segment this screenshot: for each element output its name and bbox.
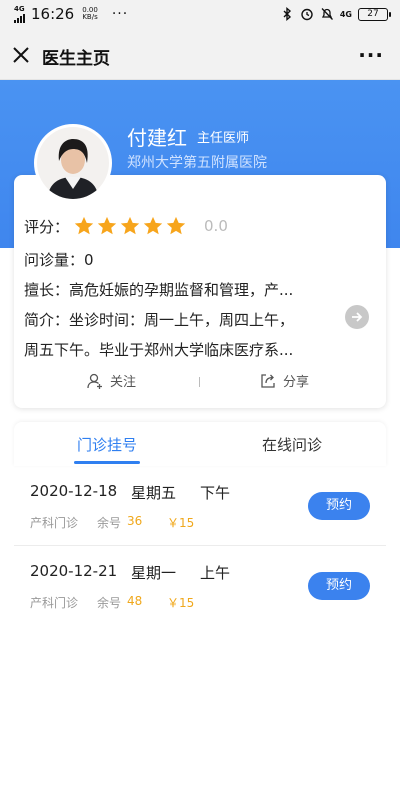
intro-line-2: 周五下午。毕业于郑州大学临床医疗系... [24, 341, 294, 359]
follow-user-icon [87, 373, 102, 389]
slot-date: 2020-12-21 [30, 562, 118, 580]
rating-value: 0.0 [204, 217, 228, 235]
tab-clinic-registration[interactable]: 门诊挂号 [77, 434, 137, 455]
slot-price: ￥15 [167, 516, 195, 530]
slot-department: 产科门诊 [30, 516, 79, 530]
doctor-avatar [34, 124, 112, 202]
active-tab-indicator [74, 461, 140, 464]
more-menu-icon[interactable]: ··· [358, 43, 384, 67]
battery-level: 27 [367, 8, 379, 19]
slot-weekday: 星期一 [131, 564, 177, 582]
alarm-icon [301, 8, 313, 21]
star-icon [97, 216, 117, 235]
doctor-name: 付建红 [127, 126, 187, 150]
notification-more-icon: ··· [111, 6, 129, 22]
network-type-right: 4G [339, 9, 352, 19]
close-icon[interactable] [10, 44, 32, 66]
share-icon [261, 373, 275, 388]
doctor-hospital: 郑州大学第五附属医院 [127, 155, 267, 171]
clock: 16:26 [31, 5, 75, 23]
battery-icon: 27 [358, 7, 391, 21]
doctor-title: 主任医师 [197, 131, 250, 146]
network-type: 4G [14, 4, 25, 13]
star-icon [143, 216, 163, 235]
slot-remain-label: 余号 [97, 596, 122, 610]
slot-half-day: 下午 [200, 484, 231, 502]
share-button[interactable]: 分享 [259, 371, 309, 390]
action-divider [199, 377, 200, 387]
slot-department: 产科门诊 [30, 596, 79, 610]
speed-unit: KB/s [82, 13, 98, 21]
share-label: 分享 [283, 375, 310, 390]
card-actions: 关注 分享 [14, 365, 386, 399]
book-button[interactable]: 预约 [308, 492, 370, 520]
cellular-signal-icon: 4G [14, 4, 25, 23]
network-speed: 0.00 KB/s [82, 7, 98, 21]
schedule-slot: 2020-12-21 星期一 上午 产科门诊 余号 48 ￥15 预约 [0, 546, 400, 626]
mute-icon [321, 8, 333, 20]
book-button[interactable]: 预约 [308, 572, 370, 600]
page-title: 医生主页 [42, 49, 110, 69]
follow-label: 关注 [110, 375, 137, 390]
tab-online-consultation[interactable]: 在线问诊 [262, 434, 322, 455]
booking-tabs: 门诊挂号 在线问诊 [14, 422, 386, 466]
expand-intro-button[interactable] [345, 305, 369, 329]
star-icon [120, 216, 140, 235]
rating-label: 评分： [24, 217, 70, 236]
rating-stars [73, 215, 187, 237]
bluetooth-icon [283, 7, 291, 21]
rating-row: 评分： 0.0 [24, 215, 228, 237]
slot-half-day: 上午 [200, 564, 231, 582]
slot-remain-count: 48 [127, 594, 143, 608]
doctor-portrait-image [37, 127, 109, 199]
nav-bar: 医生主页 ··· [0, 32, 400, 80]
status-right: 4G 27 [280, 7, 391, 21]
slot-date: 2020-12-18 [30, 482, 118, 500]
consult-count: 问诊量：0 [24, 251, 94, 269]
arrow-right-icon [352, 312, 363, 322]
slot-remain-count: 36 [127, 514, 143, 528]
status-left: 4G 16:26 0.00 KB/s ··· [14, 5, 128, 23]
slot-weekday: 星期五 [131, 484, 177, 502]
star-icon [74, 216, 94, 235]
follow-button[interactable]: 关注 [86, 371, 136, 390]
schedule-slot: 2020-12-18 星期五 下午 产科门诊 余号 36 ￥15 预约 [0, 466, 400, 546]
slot-remain-label: 余号 [97, 516, 122, 530]
intro-line-1: 简介：坐诊时间：周一上午，周四上午， [24, 311, 295, 329]
star-icon [166, 216, 186, 235]
status-bar: 4G 16:26 0.00 KB/s ··· 4G 27 [0, 0, 400, 32]
slot-price: ￥15 [167, 596, 195, 610]
expertise-text: 擅长：高危妊娠的孕期监督和管理，产... [24, 281, 294, 299]
